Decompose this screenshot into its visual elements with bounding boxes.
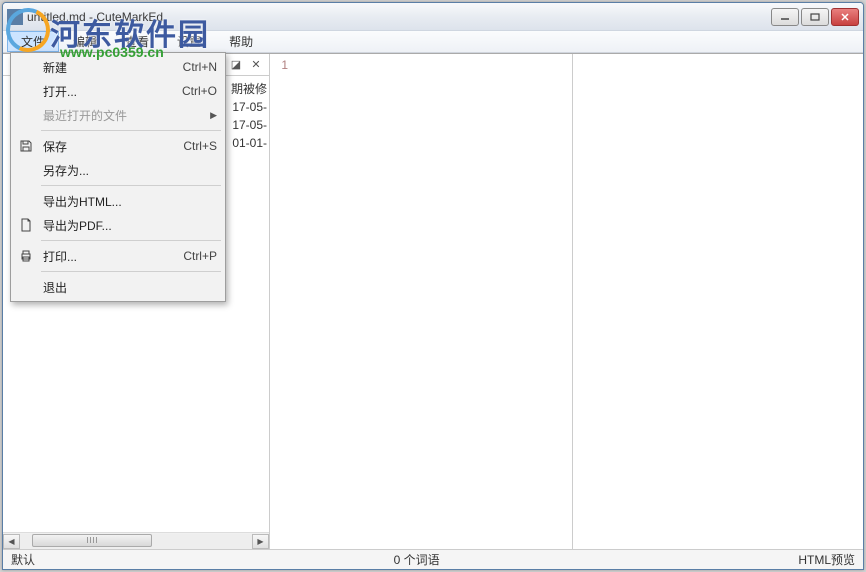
window-title: untitled.md - CuteMarkEd — [27, 10, 771, 24]
menu-separator — [41, 130, 221, 131]
line-number: 1 — [270, 58, 288, 72]
minimize-button[interactable] — [771, 8, 799, 26]
horizontal-scrollbar[interactable]: ◀ ▶ — [3, 532, 269, 549]
preview-panel — [573, 54, 863, 549]
editor-panel: 1 — [270, 54, 573, 549]
pdf-icon — [15, 218, 37, 232]
menu-help[interactable]: 帮助 — [215, 31, 267, 52]
menu-separator — [41, 271, 221, 272]
menu-new[interactable]: 新建 Ctrl+N — [13, 55, 223, 79]
scroll-track[interactable] — [20, 534, 252, 549]
print-icon — [15, 249, 37, 263]
status-preview-label[interactable]: HTML预览 — [798, 551, 855, 568]
line-gutter: 1 — [270, 54, 292, 549]
file-menu-dropdown: 新建 Ctrl+N 打开... Ctrl+O 最近打开的文件 ▶ 保存 Ctrl… — [10, 52, 226, 302]
menu-export-html[interactable]: 导出为HTML... — [13, 189, 223, 213]
menu-exit[interactable]: 退出 — [13, 275, 223, 299]
menu-export-pdf[interactable]: 导出为PDF... — [13, 213, 223, 237]
chevron-right-icon: ▶ — [210, 110, 217, 121]
menu-recent: 最近打开的文件 ▶ — [13, 103, 223, 127]
statusbar: 默认 0 个词语 HTML预览 — [3, 549, 863, 569]
menu-file[interactable]: 文件 — [7, 31, 59, 52]
editor-textarea[interactable] — [292, 54, 572, 549]
status-mode[interactable]: 默认 — [11, 551, 35, 568]
menu-separator — [41, 240, 221, 241]
menu-save[interactable]: 保存 Ctrl+S — [13, 134, 223, 158]
menu-edit[interactable]: 编辑 — [59, 31, 111, 52]
menu-separator — [41, 185, 221, 186]
titlebar[interactable]: untitled.md - CuteMarkEd — [3, 3, 863, 31]
panel-dock-icon[interactable]: ◪ — [229, 58, 243, 72]
window-controls — [771, 8, 859, 26]
menubar: 文件 编辑 查看 设置 帮助 — [3, 31, 863, 53]
menu-saveas[interactable]: 另存为... — [13, 158, 223, 182]
close-button[interactable] — [831, 8, 859, 26]
menu-settings[interactable]: 设置 — [163, 31, 215, 52]
app-icon — [7, 9, 23, 25]
menu-print[interactable]: 打印... Ctrl+P — [13, 244, 223, 268]
scroll-right-button[interactable]: ▶ — [252, 534, 269, 549]
status-wordcount: 0 个词语 — [35, 551, 798, 568]
scroll-left-button[interactable]: ◀ — [3, 534, 20, 549]
scroll-thumb[interactable] — [32, 534, 152, 547]
menu-view[interactable]: 查看 — [111, 31, 163, 52]
save-icon — [15, 139, 37, 153]
menu-open[interactable]: 打开... Ctrl+O — [13, 79, 223, 103]
maximize-button[interactable] — [801, 8, 829, 26]
panel-close-icon[interactable]: ✕ — [249, 58, 263, 72]
